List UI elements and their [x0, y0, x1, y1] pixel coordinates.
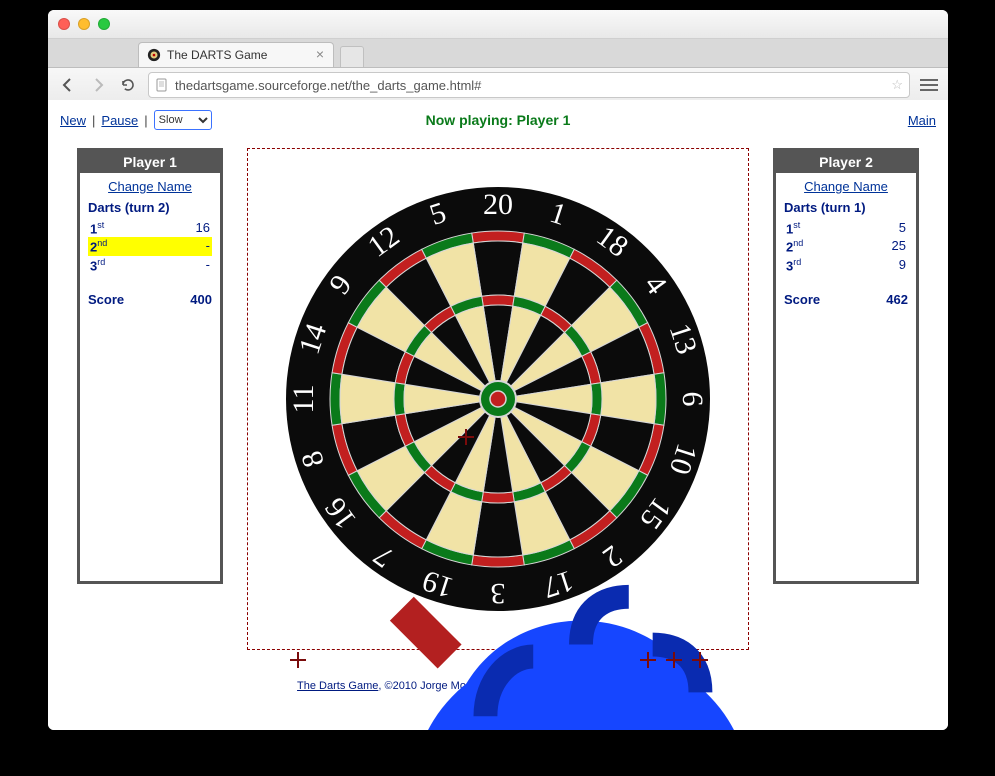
bookmark-star-icon[interactable]: ☆ [891, 77, 903, 93]
player1-name: Player 1 [80, 151, 220, 173]
player2-score-value: 462 [886, 292, 908, 307]
address-bar[interactable]: thedartsgame.sourceforge.net/the_darts_g… [148, 72, 910, 98]
pause-link[interactable]: Pause [101, 113, 138, 128]
url-text: thedartsgame.sourceforge.net/the_darts_g… [175, 78, 481, 93]
window-titlebar [48, 10, 948, 39]
throw-row: 3rd9 [784, 256, 908, 274]
main-link[interactable]: Main [908, 113, 936, 128]
reload-button[interactable] [118, 75, 138, 95]
tab-strip: The DARTS Game × [48, 39, 948, 68]
player2-panel: Player 2 Change Name Darts (turn 1) 1st5… [773, 148, 919, 584]
page-content: New | Pause | SlowNormalFast Now playing… [48, 100, 948, 730]
throw-row: 2nd25 [784, 237, 908, 255]
window-minimize-button[interactable] [78, 18, 90, 30]
reload-icon [120, 77, 136, 93]
tab-close-button[interactable]: × [313, 47, 327, 61]
browser-menu-button[interactable] [920, 79, 938, 91]
new-tab-button[interactable] [340, 46, 364, 67]
player2-turn-label: Darts (turn 1) [784, 200, 908, 215]
svg-text:20: 20 [483, 188, 513, 221]
p1-dart-marker [290, 652, 306, 668]
game-controls: New | Pause | SlowNormalFast Now playing… [60, 110, 936, 130]
player1-score-value: 400 [190, 292, 212, 307]
throw-row: 2nd- [88, 237, 212, 255]
throw-row: 1st16 [88, 219, 212, 237]
player2-name: Player 2 [776, 151, 916, 173]
svg-text:6: 6 [676, 392, 709, 407]
svg-text:11: 11 [287, 385, 320, 414]
separator: | [144, 113, 147, 128]
page-icon [155, 78, 169, 92]
forward-button [88, 75, 108, 95]
player1-turn-label: Darts (turn 2) [88, 200, 212, 215]
back-button[interactable] [58, 75, 78, 95]
p2-dart-marker [640, 652, 656, 668]
browser-toolbar: thedartsgame.sourceforge.net/the_darts_g… [48, 68, 948, 103]
throw-row: 1st5 [784, 219, 908, 237]
player2-score-label: Score [784, 292, 820, 307]
browser-window: The DARTS Game × thedartsgame.sourceforg… [48, 10, 948, 730]
throw-hand-icon[interactable] [366, 549, 796, 730]
p2-dart-marker [692, 652, 708, 668]
dart-favicon [147, 48, 161, 62]
p2-dart-marker [666, 652, 682, 668]
throw-row: 3rd- [88, 256, 212, 274]
window-maximize-button[interactable] [98, 18, 110, 30]
arrow-right-icon [90, 77, 106, 93]
arrow-left-icon [60, 77, 76, 93]
dartboard-area[interactable]: 2011841361015217319716811149125 [247, 148, 749, 650]
aim-crosshair [458, 429, 474, 445]
new-game-link[interactable]: New [60, 113, 86, 128]
separator: | [92, 113, 95, 128]
speed-select[interactable]: SlowNormalFast [154, 110, 212, 130]
browser-tab[interactable]: The DARTS Game × [138, 42, 334, 67]
window-close-button[interactable] [58, 18, 70, 30]
player2-change-name[interactable]: Change Name [804, 179, 888, 194]
player1-change-name[interactable]: Change Name [108, 179, 192, 194]
player1-panel: Player 1 Change Name Darts (turn 2) 1st1… [77, 148, 223, 584]
tab-title: The DARTS Game [167, 48, 267, 62]
player1-score-label: Score [88, 292, 124, 307]
